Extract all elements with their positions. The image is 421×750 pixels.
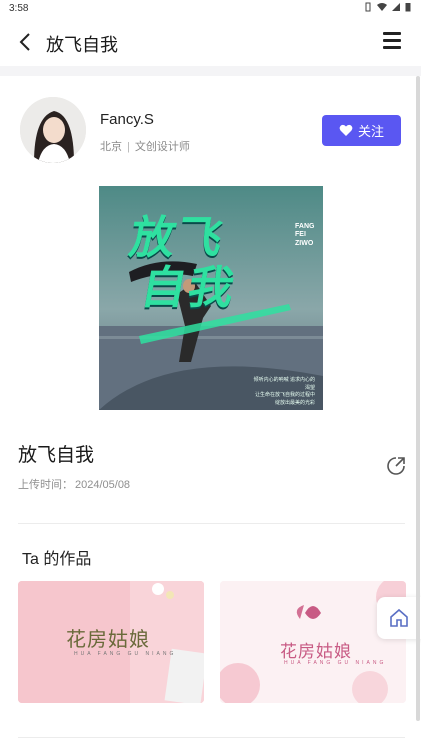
work-title: 花房姑娘: [280, 642, 352, 662]
cover-caption-line: 倾听内心的呐喊 追求内心的渴望: [253, 377, 315, 391]
meta-separator: |: [127, 141, 130, 153]
author-city: 北京: [100, 141, 122, 153]
works-heading: Ta 的作品: [22, 551, 92, 568]
wifi-icon: [377, 3, 387, 11]
status-icons: [363, 2, 411, 12]
cover-pinyin: FANG FEI ZIWO: [295, 223, 314, 248]
follow-label: 关注: [357, 124, 384, 139]
menu-button[interactable]: [383, 32, 401, 50]
menu-icon: [383, 32, 401, 35]
cover-caption-line: 绽放出最美的光彩: [274, 399, 315, 406]
author-name[interactable]: Fancy.S: [100, 111, 154, 128]
share-icon: [387, 457, 405, 475]
cover-title: 放飞 自我: [117, 212, 248, 313]
scrollbar[interactable]: [416, 76, 420, 721]
back-button[interactable]: [14, 30, 38, 54]
status-bar: 3:58: [0, 0, 421, 18]
work-subtitle: HUA FANG GU NIANG: [74, 651, 177, 657]
status-time: 3:58: [9, 3, 29, 14]
follow-button[interactable]: 关注: [322, 115, 401, 146]
home-float-button[interactable]: [377, 597, 421, 639]
cover-title-line-2: 自我: [137, 261, 241, 313]
upload-time-label: 上传时间：: [18, 479, 73, 491]
cover-pinyin-line: FEI: [295, 231, 306, 239]
home-icon: [390, 608, 408, 627]
post-title: 放飞自我: [18, 445, 95, 466]
app-header: 放飞自我: [0, 18, 421, 66]
author-meta: 北京 | 文创设计师: [100, 138, 190, 154]
work-title: 花房姑娘: [66, 627, 150, 651]
upload-time-value: 2024/05/08: [75, 479, 131, 491]
avatar-portrait-icon: [20, 97, 86, 163]
share-button[interactable]: [386, 456, 406, 476]
heart-icon: [339, 124, 353, 136]
cover-caption-line: 让生命在放飞自我的过程中: [254, 392, 315, 398]
cover-pinyin-line: ZIWO: [295, 239, 314, 247]
work-card[interactable]: 花房姑娘 HUA FANG GU NIANG: [18, 581, 204, 703]
cover-pinyin-line: FANG: [295, 223, 315, 230]
author-avatar[interactable]: [20, 97, 86, 163]
page-title: 放飞自我: [46, 35, 118, 55]
bottom-divider: [18, 737, 405, 738]
battery-icon: [405, 3, 411, 12]
signal-icon: [392, 3, 400, 11]
upload-time: 上传时间： 2024/05/08: [18, 476, 130, 492]
post-cover-image[interactable]: 放飞 自我 FANG FEI ZIWO 倾听内心的呐喊 追求内心的渴望 让生命在…: [99, 186, 323, 410]
back-arrow-icon: [19, 33, 30, 51]
cover-caption: 倾听内心的呐喊 追求内心的渴望 让生命在放飞自我的过程中 绽放出最美的光彩: [249, 377, 315, 407]
author-role: 文创设计师: [134, 141, 190, 153]
cover-title-line-1: 放飞: [125, 212, 229, 263]
work-subtitle: HUA FANG GU NIANG: [284, 660, 387, 666]
vibrate-icon: [365, 2, 371, 12]
header-divider: [0, 66, 421, 76]
section-divider: [18, 523, 405, 524]
